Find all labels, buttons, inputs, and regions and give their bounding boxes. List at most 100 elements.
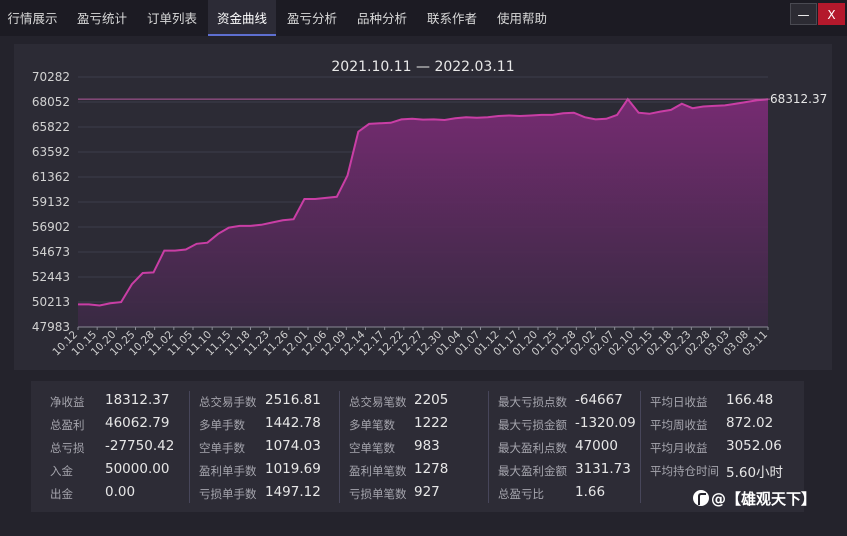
stat-value: -1320.09 — [575, 415, 636, 431]
stat-row: 平均日收益 166.48 — [650, 392, 795, 417]
y-tick-label: 68052 — [32, 95, 70, 109]
y-tick-label: 59132 — [32, 195, 70, 209]
stat-value: 983 — [414, 438, 440, 454]
current-value-label: 68312.37 — [770, 92, 827, 106]
stat-row: 出金 0.00 — [50, 484, 195, 509]
stat-label: 总盈亏比 — [498, 487, 544, 501]
stats-divider — [339, 391, 340, 503]
tab-equity-curve[interactable]: 资金曲线 — [208, 0, 276, 36]
stat-label: 最大盈利金额 — [498, 464, 567, 478]
stat-row: 亏损单笔数 927 — [349, 484, 494, 509]
tab-pnl-stats[interactable]: 盈亏统计 — [68, 0, 136, 36]
stat-row: 总盈亏比 1.66 — [498, 484, 643, 509]
y-tick-label: 47983 — [32, 320, 70, 334]
tab-contact-author[interactable]: 联系作者 — [418, 0, 486, 36]
stat-label: 入金 — [50, 464, 73, 478]
y-tick-label: 65822 — [32, 120, 70, 134]
y-tick-label: 50213 — [32, 295, 70, 309]
tab-pnl-analysis[interactable]: 盈亏分析 — [278, 0, 346, 36]
stat-value: 927 — [414, 484, 440, 500]
stat-row: 最大盈利金额 3131.73 — [498, 461, 643, 486]
stat-row: 总交易笔数 2205 — [349, 392, 494, 417]
equity-area — [78, 99, 768, 327]
minimize-button[interactable]: — — [790, 3, 817, 25]
stat-label: 总交易笔数 — [349, 395, 407, 409]
stat-label: 总亏损 — [50, 441, 85, 455]
stat-label: 平均月收益 — [650, 441, 708, 455]
y-tick-label: 61362 — [32, 170, 70, 184]
stat-value: 2516.81 — [265, 392, 321, 408]
stat-label: 多单手数 — [199, 418, 245, 432]
y-tick-label: 56902 — [32, 220, 70, 234]
equity-chart: 2021.10.11 — 2022.03.11 70282 68052 65822 63… — [32, 59, 827, 358]
y-tick-label: 63592 — [32, 145, 70, 159]
stat-value: 1442.78 — [265, 415, 321, 431]
tab-bar: 行情展示 盈亏统计 订单列表 资金曲线 盈亏分析 品种分析 联系作者 使用帮助 … — [0, 0, 847, 36]
stat-value: 166.48 — [726, 392, 774, 408]
watermark: @【雄观天下】 — [693, 488, 816, 512]
stat-row: 多单笔数 1222 — [349, 415, 494, 440]
y-tick-label: 52443 — [32, 270, 70, 284]
stat-row: 空单手数 1074.03 — [199, 438, 344, 463]
stat-label: 平均持仓时间 — [650, 464, 719, 478]
stat-label: 盈利单手数 — [199, 464, 257, 478]
stat-value: 1497.12 — [265, 484, 321, 500]
stat-value: 2205 — [414, 392, 449, 408]
stat-row: 最大亏损金额 -1320.09 — [498, 415, 643, 440]
stat-value: 0.00 — [105, 484, 136, 500]
stat-value: 18312.37 — [105, 392, 170, 408]
stat-value: 50000.00 — [105, 461, 170, 477]
stat-value: 1222 — [414, 415, 449, 431]
stat-value: -64667 — [575, 392, 623, 408]
equity-chart-panel: 2021.10.11 — 2022.03.11 70282 68052 65822 63… — [14, 44, 832, 370]
logo-icon — [693, 490, 709, 506]
stat-row: 总盈利 46062.79 — [50, 415, 195, 440]
stat-value: 3131.73 — [575, 461, 631, 477]
stat-value: 3052.06 — [726, 438, 782, 454]
stat-value: 872.02 — [726, 415, 774, 431]
stat-row: 盈利单手数 1019.69 — [199, 461, 344, 486]
stat-label: 亏损单笔数 — [349, 487, 407, 501]
stat-row: 最大盈利点数 47000 — [498, 438, 643, 463]
stat-row: 入金 50000.00 — [50, 461, 195, 486]
stats-divider — [488, 391, 489, 503]
y-tick-label: 54673 — [32, 245, 70, 259]
stat-label: 空单手数 — [199, 441, 245, 455]
tab-symbol-analysis[interactable]: 品种分析 — [348, 0, 416, 36]
stat-row: 净收益 18312.37 — [50, 392, 195, 417]
stat-label: 总交易手数 — [199, 395, 257, 409]
stats-divider — [189, 391, 190, 503]
stat-row: 空单笔数 983 — [349, 438, 494, 463]
tab-market[interactable]: 行情展示 — [0, 0, 65, 36]
stat-value: 1.66 — [575, 484, 606, 500]
stat-label: 最大盈利点数 — [498, 441, 567, 455]
stat-row: 平均周收益 872.02 — [650, 415, 795, 440]
stat-value: -27750.42 — [105, 438, 175, 454]
chart-title: 2021.10.11 — 2022.03.11 — [331, 59, 514, 75]
close-button[interactable]: X — [818, 3, 845, 25]
stat-label: 平均日收益 — [650, 395, 708, 409]
stat-row: 平均持仓时间 5.60小时 — [650, 463, 795, 486]
stat-label: 空单笔数 — [349, 441, 395, 455]
stats-panel: 净收益 18312.37 总盈利 46062.79 总亏损 -27750.42 入金 5000… — [31, 381, 804, 512]
stat-row: 亏损单手数 1497.12 — [199, 484, 344, 509]
stat-value: 46062.79 — [105, 415, 170, 431]
stat-label: 净收益 — [50, 395, 85, 409]
watermark-text: @【雄观天下】 — [711, 490, 817, 508]
tab-help[interactable]: 使用帮助 — [488, 0, 556, 36]
stat-label: 平均周收益 — [650, 418, 708, 432]
stat-label: 总盈利 — [50, 418, 85, 432]
stat-value: 1019.69 — [265, 461, 321, 477]
tab-order-list[interactable]: 订单列表 — [138, 0, 206, 36]
stat-value: 1278 — [414, 461, 449, 477]
stat-label: 出金 — [50, 487, 73, 501]
stat-row: 总亏损 -27750.42 — [50, 438, 195, 463]
stat-value: 5.60小时 — [726, 465, 784, 481]
stat-row: 平均月收益 3052.06 — [650, 438, 795, 463]
stat-label: 多单笔数 — [349, 418, 395, 432]
stat-value: 47000 — [575, 438, 618, 454]
stat-row: 盈利单笔数 1278 — [349, 461, 494, 486]
stat-label: 最大亏损金额 — [498, 418, 567, 432]
stats-divider — [640, 391, 641, 503]
stat-label: 最大亏损点数 — [498, 395, 567, 409]
